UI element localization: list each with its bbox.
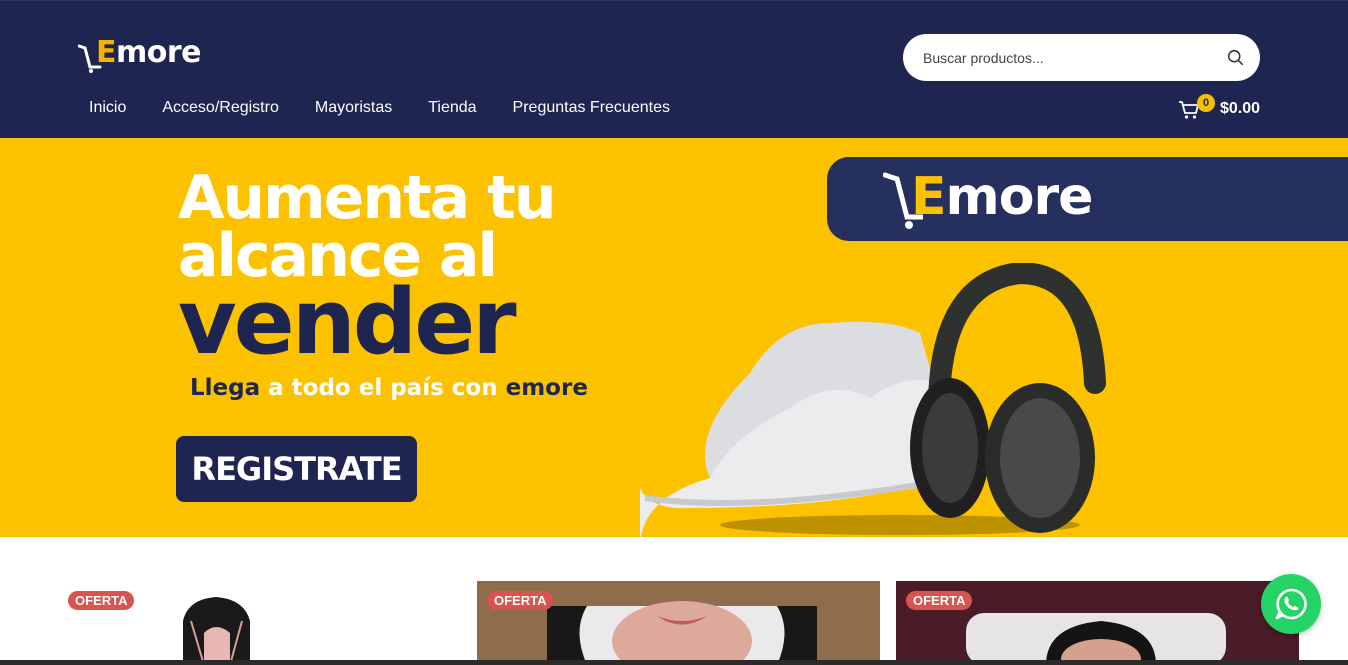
hero-headline-line1: Aumenta tu — [178, 163, 557, 233]
search-input[interactable] — [923, 34, 1213, 81]
product-card[interactable]: OFERTA — [896, 581, 1299, 665]
logo-wordmark: Emore — [96, 35, 202, 70]
cart-total: $0.00 — [1220, 100, 1261, 117]
nav-item-inicio[interactable]: Inicio — [89, 99, 126, 117]
sale-badge: OFERTA — [68, 591, 135, 610]
product-card[interactable]: OFERTA — [58, 581, 463, 665]
hero-banner[interactable]: Aumenta tu alcance al vender Llega a tod… — [0, 138, 1348, 537]
bottom-edge — [0, 660, 1348, 665]
site-logo[interactable]: Emore — [78, 35, 218, 77]
main-nav: Inicio Acceso/Registro Mayoristas Tienda… — [89, 99, 706, 117]
hero-headline-line3: vender — [178, 270, 517, 375]
register-button[interactable]: REGISTRATE — [176, 436, 417, 502]
nav-item-acceso-registro[interactable]: Acceso/Registro — [162, 99, 279, 117]
sale-badge: OFERTA — [906, 591, 973, 610]
sneakers-headphones-image — [640, 263, 1106, 537]
product-grid: OFERTA OFERTA OFERTA — [0, 537, 1348, 665]
whatsapp-icon — [1275, 588, 1307, 620]
whatsapp-chat-button[interactable] — [1261, 574, 1321, 634]
search-icon[interactable] — [1227, 49, 1244, 66]
sale-badge: OFERTA — [487, 591, 554, 610]
site-header: Emore Inicio Acceso/Registro Mayoristas … — [0, 0, 1348, 138]
nav-item-preguntas-frecuentes[interactable]: Preguntas Frecuentes — [513, 99, 670, 117]
hero-brand-panel: Emore — [827, 157, 1348, 241]
mini-cart[interactable]: 0 $0.00 — [1178, 94, 1268, 123]
hero-brand-wordmark: Emore — [911, 167, 1093, 227]
product-card[interactable]: OFERTA — [477, 581, 880, 665]
search-bar — [903, 34, 1260, 81]
nav-item-tienda[interactable]: Tienda — [428, 99, 476, 117]
cart-count-badge: 0 — [1197, 94, 1215, 112]
nav-item-mayoristas[interactable]: Mayoristas — [315, 99, 392, 117]
hero-subtitle: Llega a todo el país con emore — [190, 375, 588, 401]
